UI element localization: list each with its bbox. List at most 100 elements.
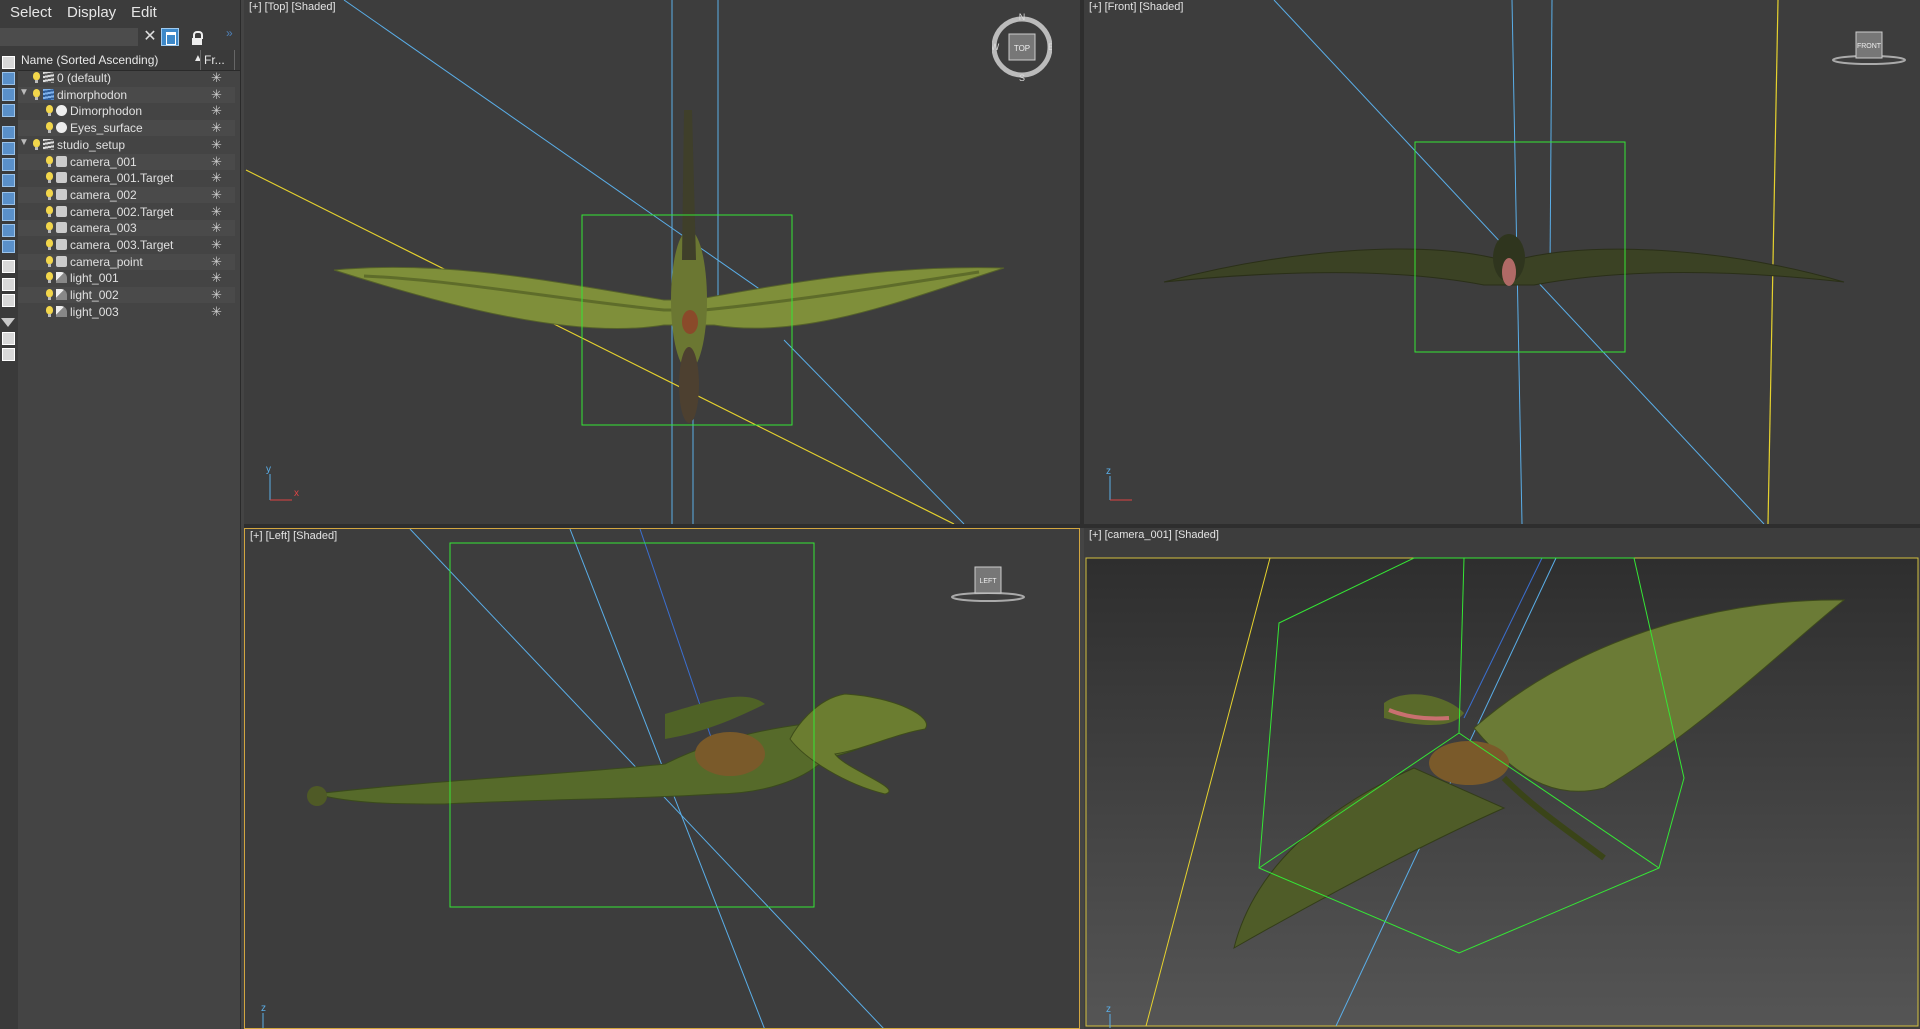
freeze-toggle-icon[interactable]: ✳ [211, 270, 222, 286]
menu-select[interactable]: Select [10, 4, 52, 21]
dimorphodon-model[interactable] [307, 693, 928, 806]
viewcube[interactable]: LEFT [949, 565, 1027, 605]
visibility-bulb-icon[interactable] [46, 222, 53, 234]
column-header-name[interactable]: Name (Sorted Ascending) [21, 53, 158, 67]
freeze-toggle-icon[interactable]: ✳ [211, 154, 222, 170]
visibility-bulb-icon[interactable] [46, 205, 53, 217]
dimorphodon-model[interactable] [333, 110, 1005, 423]
visibility-bulb-icon[interactable] [46, 239, 53, 250]
tree-row[interactable]: light_003 ✳ [18, 304, 235, 320]
viewport-label-top[interactable]: [+] [Top] [Shaded] [249, 1, 336, 13]
display-cameras-icon[interactable] [2, 104, 15, 117]
visibility-bulb-icon[interactable] [46, 255, 53, 267]
column-header-freeze[interactable]: Fr... [204, 53, 225, 67]
freeze-toggle-icon[interactable]: ✳ [211, 137, 222, 153]
tree-row[interactable]: Dimorphodon ✳ [18, 103, 235, 119]
camera-icon [56, 255, 67, 267]
visibility-bulb-icon[interactable] [46, 155, 53, 167]
viewport-label-front[interactable]: [+] [Front] [Shaded] [1089, 1, 1183, 13]
tree-row[interactable]: camera_002.Target ✳ [18, 204, 235, 220]
expand-arrow-icon[interactable]: ▼ [19, 137, 29, 148]
tree-row[interactable]: light_002 ✳ [18, 287, 235, 304]
viewport-label-camera[interactable]: [+] [camera_001] [Shaded] [1089, 529, 1219, 541]
tree-row[interactable]: camera_001 ✳ [18, 153, 235, 170]
tree-row[interactable]: camera_003 ✳ [18, 220, 235, 237]
display-bones-icon[interactable] [2, 192, 15, 205]
visibility-bulb-icon[interactable] [33, 88, 40, 100]
display-helpers-icon[interactable] [2, 126, 15, 139]
layer-icon [43, 138, 54, 150]
display-groups-icon[interactable] [2, 158, 15, 171]
display-invert-icon[interactable] [2, 294, 15, 307]
tree-row[interactable]: ▼ studio_setup ✳ [18, 137, 235, 153]
viewcube-ring[interactable] [951, 592, 1025, 602]
visibility-bulb-icon[interactable] [33, 72, 40, 83]
sync-selection-icon[interactable] [2, 332, 15, 345]
tree-row[interactable]: camera_001.Target ✳ [18, 170, 235, 186]
freeze-toggle-icon[interactable]: ✳ [211, 70, 222, 86]
freeze-toggle-icon[interactable]: ✳ [211, 220, 222, 236]
freeze-toggle-icon[interactable]: ✳ [211, 287, 222, 303]
lock-icon[interactable] [190, 28, 204, 46]
viewport-left[interactable]: [+] [Left] [Shaded] z LEFT [244, 528, 1080, 1029]
freeze-toggle-icon[interactable]: ✳ [211, 170, 222, 186]
display-xrefs-icon[interactable] [2, 174, 15, 187]
filter-toggle-icon[interactable] [161, 28, 179, 46]
display-hidden-icon[interactable] [2, 240, 15, 253]
column-divider[interactable] [234, 50, 235, 70]
viewport-top[interactable]: [+] [Top] [Shaded] y x TOP N S E W [244, 0, 1084, 524]
display-geometry-icon[interactable] [2, 56, 15, 69]
freeze-toggle-icon[interactable]: ✳ [211, 120, 222, 136]
tree-row[interactable]: light_001 ✳ [18, 270, 235, 286]
visibility-bulb-icon[interactable] [46, 305, 53, 317]
viewcube-compass[interactable]: TOP N S E W [992, 12, 1052, 82]
tree-row[interactable]: 0 (default) ✳ [18, 70, 235, 86]
tree-row[interactable]: camera_003.Target ✳ [18, 237, 235, 253]
sort-ascending-icon[interactable]: ▲ [193, 53, 203, 64]
menu-display[interactable]: Display [67, 4, 116, 21]
freeze-toggle-icon[interactable]: ✳ [211, 254, 222, 270]
visibility-bulb-icon[interactable] [46, 122, 53, 134]
axis-z-label: z [1106, 466, 1111, 477]
tree-row[interactable]: Eyes_surface ✳ [18, 120, 235, 137]
menu-edit[interactable]: Edit [131, 4, 157, 21]
light-line [245, 169, 955, 524]
display-lights-icon[interactable] [2, 88, 15, 101]
freeze-toggle-icon[interactable]: ✳ [211, 304, 222, 320]
freeze-toggle-icon[interactable]: ✳ [211, 204, 222, 220]
display-none-icon[interactable] [2, 278, 15, 291]
viewcube[interactable]: FRONT [1830, 28, 1908, 68]
display-all-icon[interactable] [2, 260, 15, 273]
visibility-bulb-icon[interactable] [46, 105, 53, 117]
search-input[interactable] [0, 28, 138, 46]
tree-row[interactable]: camera_002 ✳ [18, 186, 235, 203]
hierarchy-icon[interactable] [2, 348, 15, 361]
expand-arrow-icon[interactable]: ▼ [19, 87, 29, 98]
display-shapes-icon[interactable] [2, 72, 15, 85]
tree-row[interactable]: ▼ dimorphodon ✳ [18, 86, 235, 103]
freeze-toggle-icon[interactable]: ✳ [211, 87, 222, 103]
filter-icon[interactable] [1, 318, 15, 327]
column-divider[interactable] [200, 50, 201, 70]
viewport-label-left[interactable]: [+] [Left] [Shaded] [250, 530, 337, 542]
visibility-bulb-icon[interactable] [46, 188, 53, 200]
visibility-bulb-icon[interactable] [33, 138, 40, 150]
search-row: ✕ » [0, 26, 240, 50]
scene-tree: Name (Sorted Ascending) ▲ Fr... 0 (defau… [18, 50, 240, 1029]
visibility-bulb-icon[interactable] [46, 172, 53, 184]
freeze-toggle-icon[interactable]: ✳ [211, 103, 222, 119]
dimorphodon-model[interactable] [1163, 234, 1845, 286]
viewcube-front-label: FRONT [1857, 43, 1882, 50]
freeze-toggle-icon[interactable]: ✳ [211, 237, 222, 253]
viewport-front[interactable]: [+] [Front] [Shaded] z FRONT [1084, 0, 1920, 524]
display-frozen-icon[interactable] [2, 224, 15, 237]
expand-panel-button[interactable]: » [226, 26, 233, 40]
viewport-camera[interactable]: [+] [camera_001] [Shaded] z [1084, 528, 1920, 1029]
tree-row[interactable]: camera_point ✳ [18, 253, 235, 270]
freeze-toggle-icon[interactable]: ✳ [211, 187, 222, 203]
display-containers-icon[interactable] [2, 208, 15, 221]
clear-search-button[interactable]: ✕ [142, 28, 158, 46]
display-spacewarps-icon[interactable] [2, 142, 15, 155]
visibility-bulb-icon[interactable] [46, 289, 53, 301]
visibility-bulb-icon[interactable] [46, 272, 53, 284]
